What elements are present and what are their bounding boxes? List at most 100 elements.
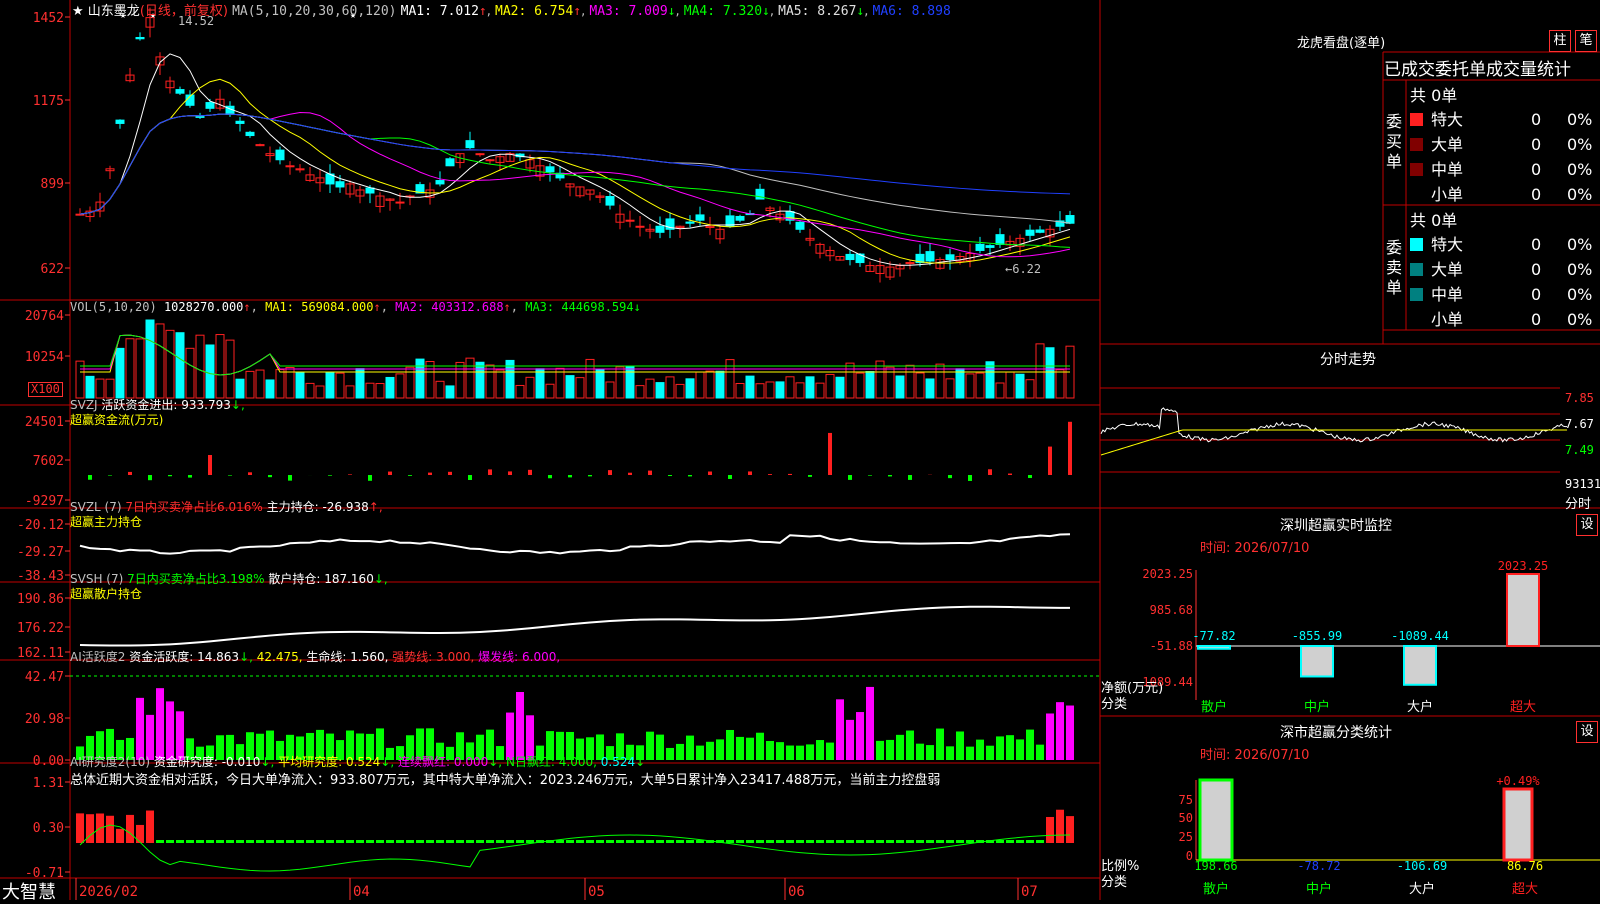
volume-bar — [876, 361, 884, 398]
fund-flow-bar — [448, 472, 452, 475]
volume-bar — [796, 383, 804, 398]
research-bar — [956, 840, 964, 843]
research-bar — [776, 840, 784, 843]
research-bar — [256, 840, 264, 843]
volume-bar — [776, 382, 784, 398]
ma3: MA3: 7.009↓ — [589, 4, 675, 19]
volume-bar — [946, 379, 954, 398]
volume-bar — [196, 335, 204, 398]
volume-bar — [866, 372, 874, 398]
sell-row-0: 特大00% — [1410, 231, 1598, 255]
color-swatch — [1410, 113, 1423, 126]
volume-bar — [1046, 348, 1054, 398]
volume-bar — [956, 369, 964, 398]
rp4-settings-button[interactable]: 设 — [1576, 721, 1598, 743]
research-bar — [186, 840, 194, 843]
rp3-bar-value: -1089.44 — [1391, 629, 1449, 643]
stock-name: 山东墨龙 — [88, 4, 140, 19]
y-tick-label: 1175 — [33, 94, 64, 109]
volume-bar — [986, 362, 994, 398]
research-bar — [436, 840, 444, 843]
research-bar — [206, 840, 214, 843]
fund-flow-bar — [608, 470, 612, 475]
candle-body — [796, 222, 804, 229]
volume-bar — [96, 379, 104, 398]
fund-flow-bar — [648, 471, 652, 475]
vol-header: VOL(5,10,20) 1028270.000↑, MA1: 569084.0… — [70, 300, 641, 314]
volume-bar — [216, 335, 224, 398]
research-bar — [356, 840, 364, 843]
research-bar — [166, 840, 174, 843]
bar-mode-button[interactable]: 柱 — [1549, 30, 1571, 52]
sell-row-2: 中单00% — [1410, 281, 1598, 305]
buy-row-3: 小单00% — [1410, 181, 1598, 205]
research-bar — [576, 840, 584, 843]
buy-row-0: 特大00% — [1410, 106, 1598, 130]
volume-bar — [186, 348, 194, 398]
activity-bar — [1036, 745, 1044, 760]
volume-bar — [86, 376, 94, 398]
research-bar — [616, 840, 624, 843]
research-bar — [416, 840, 424, 843]
volume-bar — [346, 386, 354, 398]
candlesticks[interactable] — [76, 8, 1074, 283]
research-bar — [106, 816, 114, 843]
research-bar — [516, 840, 524, 843]
fund-flow-bar — [568, 475, 572, 477]
volume-bar — [106, 379, 114, 398]
star-icon[interactable]: ★ — [72, 4, 84, 19]
volume-bar — [126, 339, 134, 398]
tick-mode-button[interactable]: 笔 — [1575, 30, 1597, 52]
volume-bar — [996, 383, 1004, 398]
volume-bar — [976, 373, 984, 398]
research-bar — [156, 840, 164, 843]
research-bar — [226, 840, 234, 843]
volume-bar — [76, 361, 84, 398]
research-bar — [456, 840, 464, 843]
volume-bar — [666, 377, 674, 398]
fund-flow-bar — [968, 475, 972, 481]
research-bar — [296, 840, 304, 843]
volume-bar — [336, 373, 344, 398]
y-tick-label: 176.22 — [17, 621, 64, 636]
intraday-price-line — [1101, 408, 1567, 442]
research-bar — [526, 840, 534, 843]
fund-flow-bar — [128, 472, 132, 475]
y-tick-label: 190.86 — [17, 592, 64, 607]
activity-bar — [1006, 735, 1014, 760]
rp3-settings-button[interactable]: 设 — [1576, 514, 1598, 536]
y-tick-label: -9297 — [25, 494, 64, 509]
volume-bar — [496, 370, 504, 398]
fund-flow-bar — [988, 469, 992, 475]
fund-flow-bar — [188, 475, 192, 478]
volume-bar — [1016, 374, 1024, 398]
candle-body — [136, 37, 144, 38]
research-bar — [426, 840, 434, 843]
volume-bar — [316, 386, 324, 398]
color-swatch — [1410, 288, 1423, 301]
vol-unit-button[interactable]: X100 — [28, 382, 63, 397]
rp4-bar-value: 198.66 — [1194, 859, 1237, 873]
candle-body — [1066, 216, 1074, 224]
color-swatch — [1410, 163, 1423, 176]
research-bar — [746, 840, 754, 843]
candle-body — [236, 121, 244, 123]
svzl-header: SVZL (7) 7日内买卖净占比6.016% 主力持仓: -26.938↑, … — [70, 500, 383, 530]
rp3-bar — [1507, 574, 1539, 646]
ma30-line — [80, 114, 1070, 247]
candle-body — [176, 90, 184, 94]
fund-flow-bar — [1008, 474, 1012, 475]
research-bar — [276, 840, 284, 843]
volume-bar — [816, 383, 824, 398]
volume-bar — [966, 374, 974, 398]
ma5-line — [80, 54, 1070, 265]
activity-bar — [516, 692, 524, 760]
candle-body — [396, 202, 404, 203]
volume-bar — [226, 340, 234, 398]
volume-bar — [556, 368, 564, 398]
candle-body — [606, 197, 614, 206]
rp4-category: 超大 — [1512, 882, 1538, 897]
activity-bar — [166, 701, 174, 760]
volume-bar — [526, 377, 534, 398]
ma120-line — [80, 114, 1070, 214]
